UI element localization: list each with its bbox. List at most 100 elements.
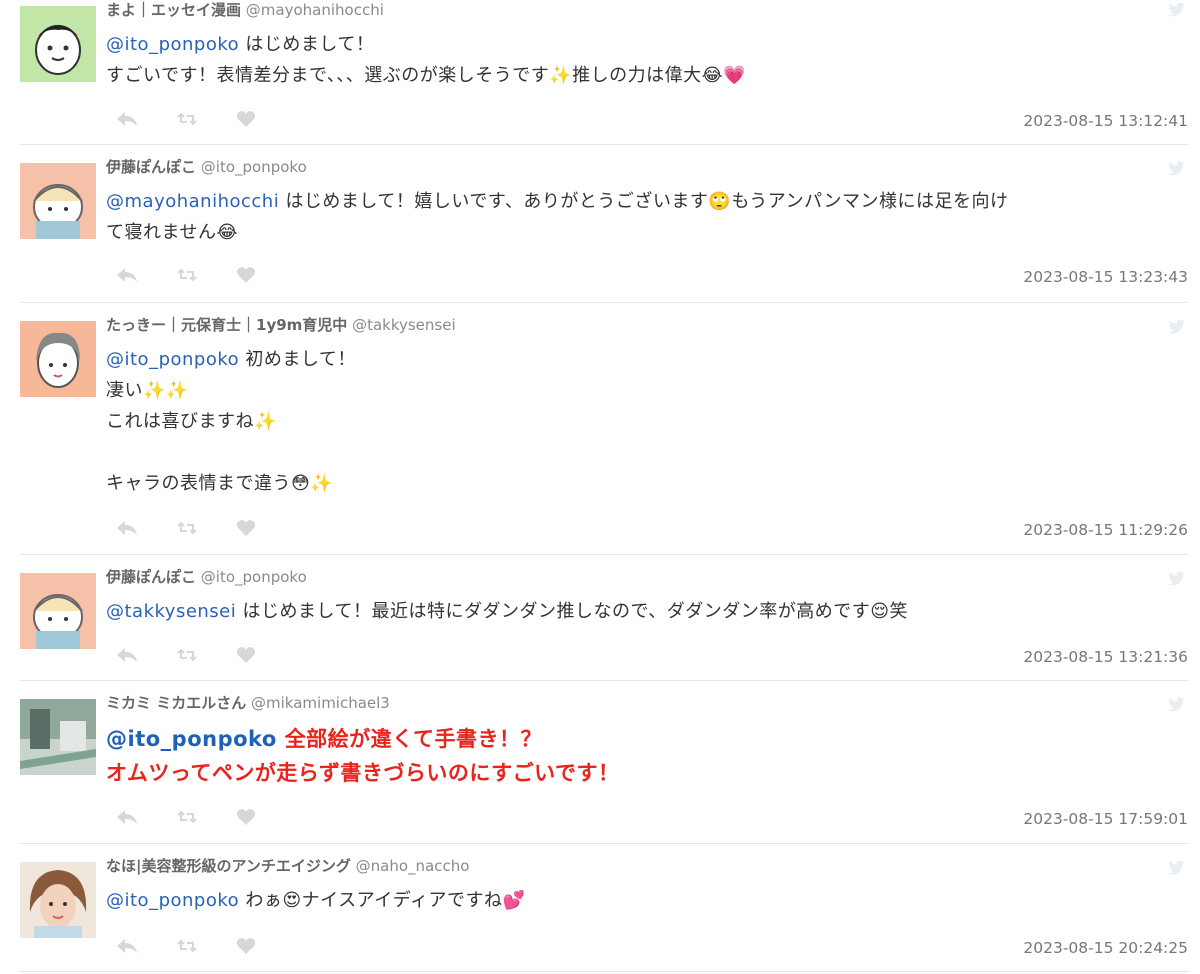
twitter-bird-icon[interactable] <box>1168 2 1186 17</box>
heart-icon <box>236 938 256 954</box>
tweet-line-text: はじめまして！嬉しいです、ありがとうございます🙄もうアンパンマン様には足を向け <box>285 191 1009 212</box>
tweet-line: オムツってペンが走らず書きづらいのにすごいです！ <box>106 761 620 785</box>
mention-link[interactable]: @ito_ponpoko <box>106 727 277 751</box>
mention-link[interactable]: @ito_ponpoko <box>106 349 239 370</box>
retweet-icon <box>177 810 197 824</box>
mention-link[interactable]: @takkysensei <box>106 601 236 622</box>
avatar[interactable] <box>20 6 96 82</box>
tweet-line-text: 全部絵が違くて手書き！？ <box>284 727 543 751</box>
reply-button[interactable] <box>116 109 176 129</box>
like-button[interactable] <box>236 518 296 538</box>
tweet-card: たっきー｜元保育士｜1y9m育児中 @takkysensei @ito_ponp… <box>20 303 1188 555</box>
tweet-body: まよ｜エッセイ漫画 @mayohanihocchi @ito_ponpoko は… <box>106 0 1188 91</box>
mention-link[interactable]: @ito_ponpoko <box>106 34 239 55</box>
tweet-line: @ito_ponpoko わぁ😍ナイスアイディアですね💕 <box>106 885 1188 916</box>
twitter-bird-icon[interactable] <box>1168 161 1186 176</box>
tweet-actions <box>116 645 296 665</box>
tweet-card: なほ|美容整形級のアンチエイジング @naho_naccho @ito_ponp… <box>20 844 1188 972</box>
retweet-button[interactable] <box>176 109 236 129</box>
tweet-timestamp[interactable]: 2023-08-15 13:12:41 <box>1023 112 1188 130</box>
twitter-bird-icon[interactable] <box>1168 860 1186 875</box>
tweet-card: 伊藤ぽんぽこ @ito_ponpoko @takkysensei はじめまして！… <box>20 555 1188 681</box>
like-button[interactable] <box>236 265 296 285</box>
tweet-feed: まよ｜エッセイ漫画 @mayohanihocchi @ito_ponpoko は… <box>0 0 1200 972</box>
tweet-line: @ito_ponpoko はじめまして！ <box>106 29 1188 60</box>
tweet-body: たっきー｜元保育士｜1y9m育児中 @takkysensei @ito_ponp… <box>106 315 1188 499</box>
tweet-timestamp[interactable]: 2023-08-15 13:23:43 <box>1023 268 1188 286</box>
reply-button[interactable] <box>116 265 176 285</box>
tweet-header: ミカミ ミカエルさん @mikamimichael3 <box>106 693 1188 713</box>
avatar[interactable] <box>20 862 96 938</box>
mention-link[interactable]: @ito_ponpoko <box>106 890 239 911</box>
tweet-line: て寝れません😂 <box>106 222 238 243</box>
reply-button[interactable] <box>116 518 176 538</box>
display-name[interactable]: 伊藤ぽんぽこ <box>106 568 196 586</box>
reply-button[interactable] <box>116 807 176 827</box>
tweet-body: ミカミ ミカエルさん @mikamimichael3 @ito_ponpoko … <box>106 693 1188 790</box>
tweet-text: @takkysensei はじめまして！最近は特にダダンダン推しなので、ダダンダ… <box>106 596 1188 627</box>
tweet-timestamp[interactable]: 2023-08-15 17:59:01 <box>1023 810 1188 828</box>
display-name[interactable]: 伊藤ぽんぽこ <box>106 158 196 176</box>
tweet-card: ミカミ ミカエルさん @mikamimichael3 @ito_ponpoko … <box>20 681 1188 844</box>
heart-icon <box>236 520 256 536</box>
tweet-header: 伊藤ぽんぽこ @ito_ponpoko <box>106 157 1188 177</box>
twitter-bird-icon[interactable] <box>1168 697 1186 712</box>
mention-link[interactable]: @mayohanihocchi <box>106 191 279 212</box>
display-name[interactable]: まよ｜エッセイ漫画 <box>106 1 241 19</box>
avatar[interactable] <box>20 573 96 649</box>
tweet-header: まよ｜エッセイ漫画 @mayohanihocchi <box>106 0 1188 20</box>
tweet-line: すごいです！表情差分まで、、、選ぶのが楽しそうです✨推しの力は偉大😂💗 <box>106 65 747 86</box>
tweet-body: 伊藤ぽんぽこ @ito_ponpoko @takkysensei はじめまして！… <box>106 567 1188 627</box>
retweet-button[interactable] <box>176 518 236 538</box>
user-handle[interactable]: @mikamimichael3 <box>251 694 390 712</box>
reply-button[interactable] <box>116 936 176 956</box>
twitter-bird-icon[interactable] <box>1168 319 1186 334</box>
tweet-line <box>106 437 1188 468</box>
retweet-icon <box>177 521 197 535</box>
tweet-timestamp[interactable]: 2023-08-15 20:24:25 <box>1023 939 1188 957</box>
tweet-line-text: わぁ😍ナイスアイディアですね💕 <box>245 890 526 911</box>
tweet-line-text: はじめまして！ <box>245 34 375 55</box>
display-name[interactable]: なほ|美容整形級のアンチエイジング <box>106 857 351 875</box>
tweet-line: 凄い✨✨ <box>106 380 189 401</box>
reply-icon <box>117 648 137 662</box>
tweet-timestamp[interactable]: 2023-08-15 11:29:26 <box>1023 521 1188 539</box>
like-button[interactable] <box>236 807 296 827</box>
tweet-text: @ito_ponpoko 初めまして！ 凄い✨✨ これは喜びますね✨ キャラの表… <box>106 344 1188 499</box>
tweet-body: 伊藤ぽんぽこ @ito_ponpoko @mayohanihocchi はじめま… <box>106 157 1188 248</box>
heart-icon <box>236 809 256 825</box>
avatar[interactable] <box>20 699 96 775</box>
reply-button[interactable] <box>116 645 176 665</box>
heart-icon <box>236 647 256 663</box>
like-button[interactable] <box>236 109 296 129</box>
like-button[interactable] <box>236 936 296 956</box>
retweet-button[interactable] <box>176 807 236 827</box>
retweet-button[interactable] <box>176 645 236 665</box>
retweet-button[interactable] <box>176 936 236 956</box>
retweet-icon <box>177 268 197 282</box>
display-name[interactable]: たっきー｜元保育士｜1y9m育児中 <box>106 316 347 334</box>
tweet-line-text: 初めまして！ <box>245 349 356 370</box>
retweet-icon <box>177 939 197 953</box>
reply-icon <box>117 268 137 282</box>
user-handle[interactable]: @takkysensei <box>352 316 456 334</box>
like-button[interactable] <box>236 645 296 665</box>
retweet-button[interactable] <box>176 265 236 285</box>
retweet-icon <box>177 112 197 126</box>
tweet-line-text: はじめまして！最近は特にダダンダン推しなので、ダダンダン率が高めです😌笑 <box>242 601 909 622</box>
tweet-header: 伊藤ぽんぽこ @ito_ponpoko <box>106 567 1188 587</box>
tweet-line: @ito_ponpoko 初めまして！ <box>106 344 1188 375</box>
tweet-line: @takkysensei はじめまして！最近は特にダダンダン推しなので、ダダンダ… <box>106 596 1188 627</box>
avatar[interactable] <box>20 163 96 239</box>
user-handle[interactable]: @mayohanihocchi <box>246 1 384 19</box>
avatar[interactable] <box>20 321 96 397</box>
twitter-bird-icon[interactable] <box>1168 571 1186 586</box>
tweet-timestamp[interactable]: 2023-08-15 13:21:36 <box>1023 648 1188 666</box>
user-handle[interactable]: @naho_naccho <box>356 857 470 875</box>
user-handle[interactable]: @ito_ponpoko <box>201 568 307 586</box>
tweet-actions <box>116 936 296 956</box>
tweet-header: なほ|美容整形級のアンチエイジング @naho_naccho <box>106 856 1188 876</box>
display-name[interactable]: ミカミ ミカエルさん <box>106 694 246 712</box>
heart-icon <box>236 267 256 283</box>
user-handle[interactable]: @ito_ponpoko <box>201 158 307 176</box>
